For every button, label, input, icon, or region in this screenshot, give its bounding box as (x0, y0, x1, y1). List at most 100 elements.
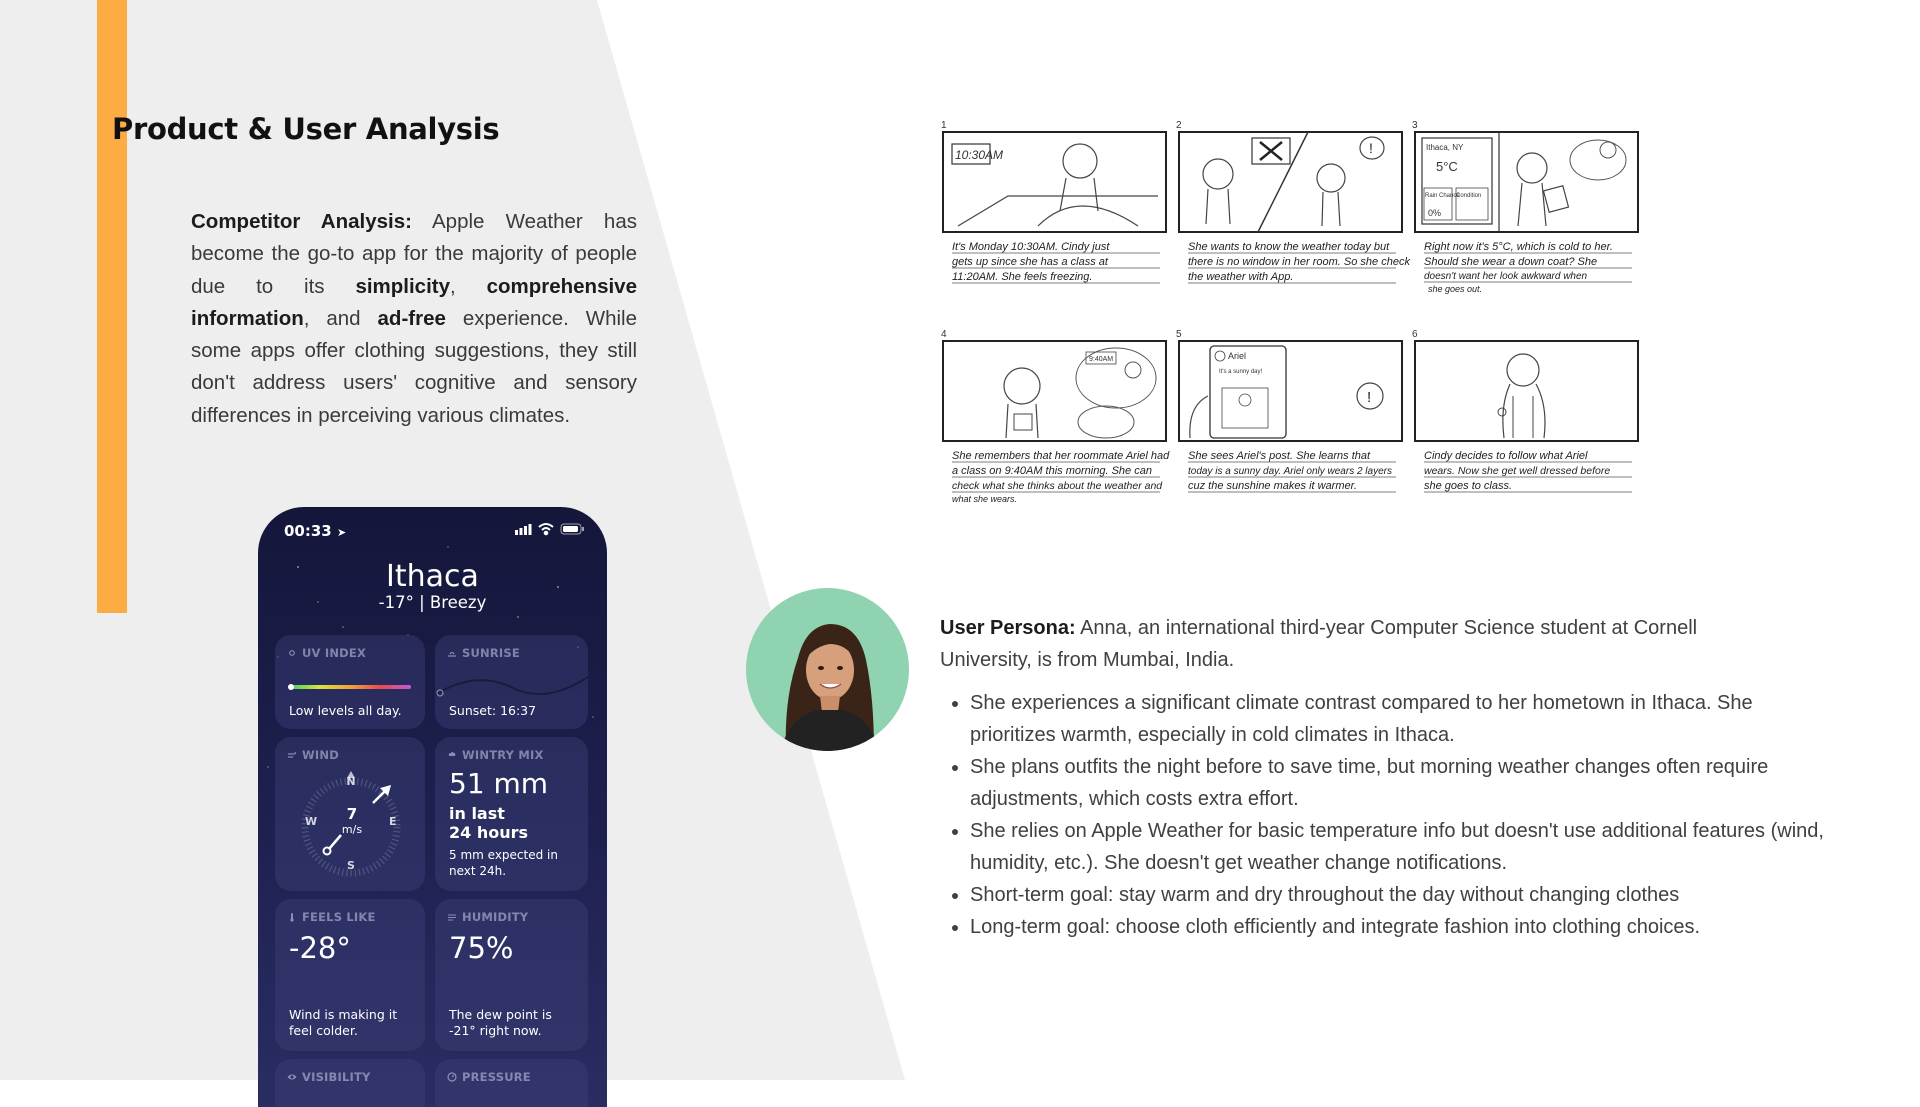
competitor-text: , and (303, 306, 378, 330)
wintry-mix-title: WINTRY MIX (447, 748, 544, 762)
competitor-analysis: Competitor Analysis: Apple Weather has b… (191, 206, 637, 432)
persona-trait: She plans outfits the night before to sa… (970, 751, 1830, 815)
wind-icon (288, 751, 296, 758)
pressure-title: PRESSURE (447, 1070, 531, 1084)
panel-scene-text: Ithaca, NY (1426, 143, 1464, 152)
persona-trait: She relies on Apple Weather for basic te… (970, 815, 1830, 879)
visibility-title-text: VISIBILITY (302, 1070, 371, 1084)
uv-description: Low levels all day. (289, 703, 402, 718)
feels-like-card[interactable]: FEELS LIKE -28° Wind is making it feel c… (275, 899, 425, 1051)
precip-amount: 51 mm (449, 767, 549, 800)
storyboard-panel: 3 Ithaca, NY 5°C Rain Chance 0% Conditio… (1412, 120, 1639, 294)
persona-traits-list: She experiences a significant climate co… (940, 687, 1830, 943)
cloud-snow-icon (448, 752, 456, 756)
sunrise-title: SUNRISE (447, 646, 520, 660)
svg-text:!: ! (1369, 140, 1373, 156)
user-persona-intro: User Persona: Anna, an international thi… (940, 612, 1790, 676)
storyboard-panel: 4 9:40AM She remembers that her roommate… (941, 329, 1170, 504)
humidity-value: 75% (449, 931, 514, 965)
compass-east: E (389, 815, 397, 828)
panel-number: 6 (1412, 329, 1418, 340)
feels-like-title: FEELS LIKE (287, 910, 376, 924)
panel-caption: Cindy decides to follow what Ariel (1424, 450, 1588, 462)
humidity-card[interactable]: HUMIDITY 75% The dew point is -21° right… (435, 899, 588, 1051)
status-icons (515, 523, 584, 536)
panel-caption: there is no window in her room. So she c… (1188, 256, 1410, 268)
panel-scene-text: Ariel (1228, 351, 1246, 361)
panel-caption: wears. Now she get well dressed before (1424, 465, 1610, 477)
storyboard-panel: 5 Ariel It's a sunny day! ! She sees Ari… (1176, 329, 1403, 493)
wind-speed: 7 (346, 805, 358, 823)
svg-text:!: ! (1367, 389, 1371, 406)
page-title: Product & User Analysis (112, 112, 500, 146)
panel-caption: she goes out. (1428, 284, 1482, 294)
competitor-bold-simplicity: simplicity (355, 274, 450, 298)
visibility-card[interactable]: VISIBILITY (275, 1059, 425, 1107)
precip-period-line1: in last (449, 804, 505, 823)
panel-scene-text: 10:30AM (955, 148, 1003, 162)
panel-caption: 11:20AM. She feels freezing. (952, 271, 1092, 283)
location-arrow-icon: ➤ (336, 526, 347, 539)
sunset-time: Sunset: 16:37 (449, 703, 537, 718)
panel-caption: She wants to know the weather today but (1188, 241, 1390, 253)
sunrise-card[interactable]: SUNRISE Sunset: 16:37 (435, 635, 588, 729)
wintry-mix-card[interactable]: WINTRY MIX 51 mm in last 24 hours 5 mm e… (435, 737, 588, 891)
pressure-card[interactable]: PRESSURE (435, 1059, 588, 1107)
wind-unit: m/s (341, 823, 363, 836)
panel-scene-text: 0% (1428, 208, 1441, 218)
eye-icon (287, 1074, 297, 1080)
humidity-title: HUMIDITY (447, 910, 528, 924)
wind-title: WIND (287, 748, 339, 762)
feels-like-value: -28° (289, 931, 351, 965)
panel-number: 5 (1176, 329, 1182, 340)
storyboard: 1 10:30AM It's Monday 10:30AM. Cindy jus… (941, 120, 1639, 504)
compass-south: S (347, 859, 355, 872)
panel-scene-text: Condition (1456, 193, 1481, 199)
panel-caption: cuz the sunshine makes it warmer. (1188, 480, 1357, 492)
signal-icon (515, 524, 532, 535)
battery-icon (560, 523, 584, 535)
wintry-title-text: WINTRY MIX (462, 748, 544, 762)
panel-scene-text: 5°C (1436, 159, 1458, 174)
panel-caption: doesn't want her look awkward when (1424, 271, 1588, 282)
panel-caption: the weather with App. (1188, 271, 1293, 283)
panel-number: 3 (1412, 120, 1418, 131)
panel-caption: Right now it's 5°C, which is cold to her… (1424, 241, 1613, 253)
uv-title-text: UV INDEX (302, 646, 367, 660)
panel-caption: gets up since she has a class at (952, 256, 1109, 268)
panel-scene-text: It's a sunny day! (1219, 369, 1263, 375)
visibility-title: VISIBILITY (287, 1070, 371, 1084)
weather-app-phone-mockup: 00:33 ➤ Ithaca -17° | Breezy UV INDEX Lo… (258, 507, 607, 1107)
sunrise-title-text: SUNRISE (462, 646, 520, 660)
precip-period-line2: 24 hours (449, 823, 529, 842)
precip-forecast-line1: 5 mm expected in (449, 848, 558, 862)
status-time: 00:33 ➤ (284, 522, 346, 540)
persona-avatar (746, 588, 909, 751)
wind-card[interactable]: WIND N E S W 7 m/s (275, 737, 425, 891)
pressure-title-text: PRESSURE (462, 1070, 531, 1084)
panel-scene-text: 9:40AM (1089, 356, 1113, 363)
persona-label: User Persona: (940, 617, 1076, 639)
competitor-label: Competitor Analysis: (191, 210, 412, 233)
city-name: Ithaca (386, 559, 479, 594)
wifi-icon (538, 523, 554, 536)
storyboard-panel: 6 Cindy decides to follow what Ariel wea… (1412, 329, 1639, 493)
competitor-text: , (450, 274, 487, 298)
panel-caption: She remembers that her roommate Ariel ha… (952, 450, 1170, 462)
compass-west: W (305, 815, 318, 828)
persona-trait: She experiences a significant climate co… (970, 687, 1830, 751)
accent-bar (97, 0, 127, 613)
thermometer-icon (290, 913, 294, 922)
precip-forecast-line2: next 24h. (449, 864, 507, 878)
panel-caption: today is a sunny day. Ariel only wears 2… (1188, 466, 1392, 477)
storyboard-panel: 1 10:30AM It's Monday 10:30AM. Cindy jus… (941, 120, 1167, 284)
panel-caption: she goes to class. (1424, 480, 1512, 492)
persona-trait: Long-term goal: choose cloth efficiently… (970, 911, 1830, 943)
panel-caption: what she wears. (952, 494, 1017, 504)
humidity-icon (448, 914, 456, 921)
panel-number: 4 (941, 329, 947, 340)
uv-index-card[interactable]: UV INDEX Low levels all day. (275, 635, 425, 729)
wind-arrow-tail (328, 834, 342, 850)
sun-icon (289, 650, 295, 656)
feels-title-text: FEELS LIKE (302, 910, 376, 924)
